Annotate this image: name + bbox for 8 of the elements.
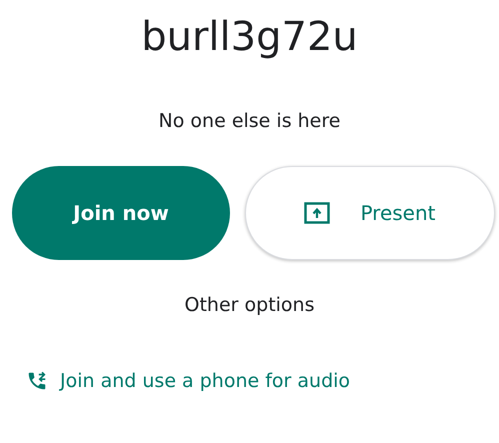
phone-forward-icon xyxy=(26,370,48,392)
meeting-code: burll3g72u xyxy=(141,14,358,60)
status-text: No one else is here xyxy=(158,110,340,132)
other-options-heading: Other options xyxy=(184,294,314,316)
phone-audio-link[interactable]: Join and use a phone for audio xyxy=(26,370,350,392)
present-button[interactable]: Present xyxy=(245,166,495,260)
join-now-button[interactable]: Join now xyxy=(12,166,230,260)
present-screen-icon xyxy=(304,202,330,224)
